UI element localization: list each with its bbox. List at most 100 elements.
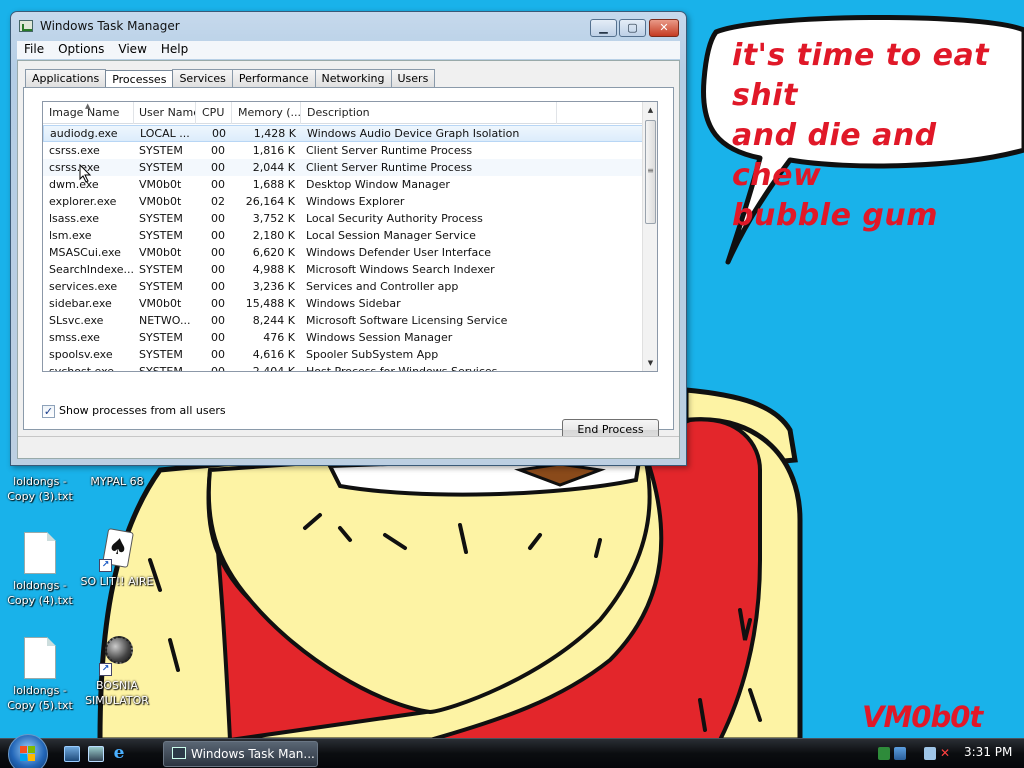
- table-row[interactable]: audiodg.exe LOCAL ... 00 1,428 K Windows Aud…: [43, 125, 643, 142]
- mouse-cursor-icon: [79, 164, 92, 183]
- column-header-memory[interactable]: Memory (...: [232, 102, 301, 124]
- cell-memory: 2,404 K: [252, 365, 295, 372]
- vertical-scrollbar[interactable]: ▲ ≡ ▼: [642, 102, 657, 371]
- minimize-button[interactable]: ▁: [590, 19, 617, 37]
- cell-user: SYSTEM: [139, 263, 183, 276]
- table-row[interactable]: SLsvc.exe NETWO... 00 8,244 K Microsoft Soft…: [43, 312, 643, 329]
- cell-memory: 1,816 K: [252, 144, 295, 157]
- table-row[interactable]: lsm.exe SYSTEM 00 2,180 K Local Session Mana…: [43, 227, 643, 244]
- table-row[interactable]: sidebar.exe VM0b0t 00 15,488 K Windows Sideb…: [43, 295, 643, 312]
- task-manager-window[interactable]: Windows Task Manager ▁ ▢ ✕ File Options Vi…: [10, 11, 687, 466]
- maximize-button[interactable]: ▢: [619, 19, 646, 37]
- tray-app-icon[interactable]: [878, 747, 890, 760]
- tab-performance[interactable]: Performance: [231, 69, 316, 88]
- cell-memory: 1,688 K: [252, 178, 295, 191]
- desktop-icon-solitaire[interactable]: ♠ ↗ SO LIT!! AIRE: [77, 528, 157, 589]
- shortcut-arrow-icon: ↗: [99, 559, 112, 572]
- tab-networking[interactable]: Networking: [314, 69, 392, 88]
- minesweeper-shortcut-icon: ↗: [99, 632, 135, 676]
- menu-help[interactable]: Help: [154, 41, 195, 58]
- cell-memory: 4,988 K: [252, 263, 295, 276]
- cell-name: csrss.exe: [49, 144, 100, 157]
- cell-user: SYSTEM: [139, 365, 183, 372]
- switch-windows-icon[interactable]: [88, 746, 104, 762]
- tray-security-icon[interactable]: [894, 747, 906, 760]
- column-header-user-name[interactable]: User Name: [133, 102, 196, 124]
- cell-user: SYSTEM: [139, 212, 183, 225]
- cell-desc: Services and Controller app: [306, 280, 459, 293]
- status-bar: [18, 436, 679, 458]
- cell-user: LOCAL ...: [140, 127, 190, 140]
- process-list[interactable]: Image Name ▲ User Name CPU Memory (... De…: [42, 101, 658, 372]
- title-bar[interactable]: Windows Task Manager ▁ ▢ ✕: [11, 12, 686, 40]
- cell-desc: Spooler SubSystem App: [306, 348, 439, 361]
- cell-name: services.exe: [49, 280, 118, 293]
- cell-desc: Client Server Runtime Process: [306, 144, 473, 157]
- menu-options[interactable]: Options: [51, 41, 111, 58]
- cell-cpu: 00: [211, 348, 225, 361]
- cell-name: lsass.exe: [49, 212, 99, 225]
- volume-muted-icon[interactable]: ✕: [940, 747, 952, 760]
- table-row[interactable]: spoolsv.exe SYSTEM 00 4,616 K Spooler SubSys…: [43, 346, 643, 363]
- cell-user: SYSTEM: [139, 229, 183, 242]
- menu-view[interactable]: View: [111, 41, 153, 58]
- scroll-thumb[interactable]: ≡: [645, 120, 656, 224]
- column-header-image-name[interactable]: Image Name ▲: [43, 102, 134, 124]
- scroll-up-icon[interactable]: ▲: [644, 103, 657, 117]
- cell-memory: 3,752 K: [252, 212, 295, 225]
- column-header-cpu[interactable]: CPU: [196, 102, 232, 124]
- table-row[interactable]: csrss.exe SYSTEM 00 1,816 K Client Server Ru…: [43, 142, 643, 159]
- table-row[interactable]: SearchIndexe... SYSTEM 00 4,988 K Microsoft …: [43, 261, 643, 278]
- table-row[interactable]: svchost.exe SYSTEM 00 2,404 K Host Process f…: [43, 363, 643, 372]
- cell-name: smss.exe: [49, 331, 100, 344]
- close-button[interactable]: ✕: [649, 19, 679, 37]
- desktop-icon-bosnia-simulator[interactable]: ↗ BOSNIA SIMULATOR: [77, 632, 157, 708]
- cell-name: svchost.exe: [49, 365, 115, 372]
- system-tray: ✕ 3:31 PM: [868, 741, 1024, 767]
- cell-user: SYSTEM: [139, 348, 183, 361]
- tab-applications[interactable]: Applications: [25, 69, 107, 88]
- network-icon[interactable]: [924, 747, 936, 760]
- tab-users[interactable]: Users: [390, 69, 436, 88]
- table-row[interactable]: MSASCui.exe VM0b0t 00 6,620 K Windows Defend…: [43, 244, 643, 261]
- cell-desc: Local Session Manager Service: [306, 229, 476, 242]
- text-document-icon: [22, 532, 58, 576]
- taskbar-clock[interactable]: 3:31 PM: [964, 745, 1012, 759]
- cell-desc: Host Process for Windows Services: [306, 365, 498, 372]
- cell-memory: 2,044 K: [252, 161, 295, 174]
- cell-memory: 3,236 K: [252, 280, 295, 293]
- tab-services[interactable]: Services: [172, 69, 233, 88]
- signature-text: VM0b0t: [862, 700, 983, 734]
- task-manager-icon: [19, 20, 33, 32]
- table-row[interactable]: csrss.exe SYSTEM 00 2,044 K Client Server Ru…: [43, 159, 643, 176]
- table-row[interactable]: dwm.exe VM0b0t 00 1,688 K Desktop Window Man…: [43, 176, 643, 193]
- internet-explorer-icon[interactable]: e: [111, 745, 127, 762]
- cell-name: lsm.exe: [49, 229, 92, 242]
- taskbar-button-task-manager[interactable]: Windows Task Man...: [163, 741, 318, 767]
- desktop-icon-loldongs-5[interactable]: loldongs - Copy (5).txt: [0, 637, 80, 713]
- taskbar-button-label: Windows Task Man...: [191, 747, 315, 761]
- shortcut-arrow-icon: ↗: [99, 663, 112, 676]
- cell-cpu: 00: [211, 280, 225, 293]
- start-button[interactable]: [8, 734, 48, 768]
- column-header-description[interactable]: Description: [301, 102, 557, 124]
- cell-user: SYSTEM: [139, 331, 183, 344]
- menu-file[interactable]: File: [17, 41, 51, 58]
- cell-memory: 15,488 K: [245, 297, 295, 310]
- scroll-down-icon[interactable]: ▼: [644, 356, 657, 370]
- cell-desc: Windows Sidebar: [306, 297, 401, 310]
- table-row[interactable]: lsass.exe SYSTEM 00 3,752 K Local Security A…: [43, 210, 643, 227]
- table-row[interactable]: explorer.exe VM0b0t 02 26,164 K Windows Expl…: [43, 193, 643, 210]
- desktop-icon-loldongs-4[interactable]: loldongs - Copy (4).txt: [0, 532, 80, 608]
- cell-desc: Windows Session Manager: [306, 331, 453, 344]
- cell-cpu: 00: [211, 161, 225, 174]
- cell-cpu: 00: [211, 144, 225, 157]
- desktop-icon-label: loldongs - Copy (4).txt: [7, 579, 73, 607]
- cell-name: SearchIndexe...: [49, 263, 134, 276]
- cell-desc: Microsoft Windows Search Indexer: [306, 263, 495, 276]
- table-row[interactable]: services.exe SYSTEM 00 3,236 K Services and …: [43, 278, 643, 295]
- cell-memory: 8,244 K: [252, 314, 295, 327]
- table-row[interactable]: smss.exe SYSTEM 00 476 K Windows Session Man…: [43, 329, 643, 346]
- show-desktop-icon[interactable]: [64, 746, 80, 762]
- show-all-processes-checkbox[interactable]: ✓: [42, 405, 55, 418]
